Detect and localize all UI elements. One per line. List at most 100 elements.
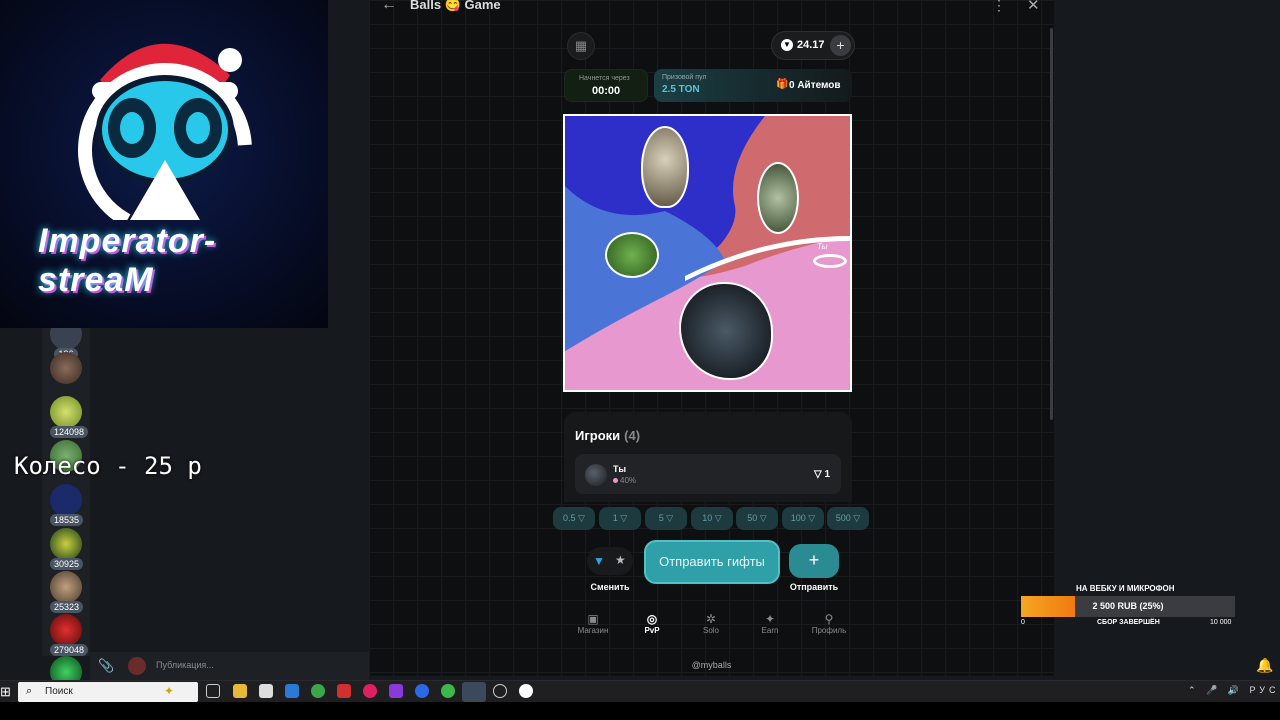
wheel-price-overlay: Колесо - 25 р [14, 452, 202, 480]
bet-chip[interactable]: 100 ▽ [782, 507, 824, 530]
system-tray[interactable]: ⌃ 🎤 🔊 РУС [1188, 685, 1280, 696]
bet-chip-value: 5 [658, 513, 664, 523]
solo-icon: ✲ [705, 612, 717, 626]
top-up-button[interactable]: + [830, 35, 851, 56]
donation-status: СБОР ЗАВЕРШЁН [1097, 619, 1160, 626]
stream-logo: Imperator-streaM [0, 0, 328, 328]
app-icon[interactable] [389, 684, 403, 698]
nav-earn[interactable]: ✦ Earn [745, 612, 795, 635]
app-icon[interactable] [441, 684, 455, 698]
more-vertical-icon[interactable]: ⋮ [992, 0, 1006, 14]
title-bar: ← Balls 😋 Game ⋮ ✕ [369, 0, 1054, 16]
scrollbar[interactable] [1050, 28, 1053, 420]
app-icon[interactable] [285, 684, 299, 698]
nav-label: Earn [761, 626, 779, 635]
swap-label: Сменить [590, 582, 630, 592]
taskbar-search[interactable]: ⌕ Поиск ✦ [18, 682, 198, 702]
color-dot [613, 478, 618, 483]
unread-count: 18535 [50, 514, 84, 526]
unread-count: 30925 [50, 558, 84, 570]
bet-chip-value: 100 [790, 513, 806, 523]
screen-border [0, 702, 1280, 720]
taskbar: ⊞ ⌕ Поиск ✦ ⌃ 🎤 🔊 РУС [0, 680, 1280, 702]
paperclip-icon[interactable]: 📎 [98, 658, 114, 674]
donation-min: 0 [1021, 619, 1025, 626]
nav-label: Магазин [577, 626, 609, 635]
bet-chip[interactable]: 5 ▽ [645, 507, 687, 530]
shop-icon: ▣ [587, 612, 599, 626]
app-icon[interactable] [363, 684, 377, 698]
round-timer: Начнется через 00:00 [564, 69, 648, 102]
bet-chip-value: 500 [835, 513, 851, 523]
bet-chip[interactable]: 500 ▽ [827, 507, 869, 530]
balance-pill: ▼ 24.17 + [771, 31, 855, 60]
message-bar: 📎 Публикация... [90, 652, 369, 680]
pool-value: 2.5 TON [662, 84, 700, 95]
bet-chip[interactable]: 0.5 ▽ [553, 507, 595, 530]
close-icon[interactable]: ✕ [1027, 0, 1040, 14]
language-indicator: РУС [1249, 685, 1280, 695]
bet-chip[interactable]: 1 ▽ [599, 507, 641, 530]
logo-text: Imperator-streaM [38, 222, 217, 299]
add-button[interactable]: + [789, 544, 839, 578]
windows-start-icon[interactable]: ⊞ [0, 684, 11, 700]
task-view-icon[interactable] [206, 684, 220, 698]
player-name: Ты [613, 464, 627, 474]
star-icon: ★ [615, 553, 626, 567]
avatar [585, 464, 607, 486]
desktop-background [1054, 0, 1280, 680]
bet-chip-value: 1 [612, 513, 618, 523]
timer-label: Начнется через [579, 75, 630, 82]
yandex-browser-icon[interactable] [519, 684, 533, 698]
bet-chip-value: 50 [747, 513, 758, 523]
ton-icon: ▼ [781, 39, 793, 51]
players-count: (4) [624, 428, 641, 443]
chat-item[interactable] [50, 352, 82, 384]
you-label: Ты [817, 242, 828, 251]
player-bet: ▽ 1 [814, 469, 831, 480]
unread-count: 279048 [50, 644, 89, 656]
chat-item[interactable]: 18535 [50, 484, 84, 534]
donation-amount: 2 500 RUB (25%) [1092, 601, 1164, 611]
earn-icon: ✦ [764, 612, 776, 626]
chrome-icon[interactable] [311, 684, 325, 698]
nav-label: PvP [644, 626, 660, 635]
bet-chip[interactable]: 50 ▽ [736, 507, 778, 530]
nav-solo[interactable]: ✲ Solo [686, 612, 736, 635]
add-label: Отправить [789, 582, 839, 592]
app-icon[interactable] [493, 684, 507, 698]
app-icon[interactable] [415, 684, 429, 698]
player-row[interactable]: Ты 40% ▽ 1 [575, 454, 841, 494]
nav-label: Solo [702, 626, 719, 635]
balance-value: 24.17 [797, 39, 825, 51]
unread-count: 124098 [50, 426, 89, 438]
bell-icon[interactable]: 🔔 [1256, 657, 1273, 674]
chat-item[interactable]: 124098 [50, 396, 89, 446]
prize-pool: Призовой пул 2.5 TON 🎁 0 Айтемов [654, 69, 852, 102]
search-icon: ⌕ [26, 685, 33, 697]
donation-title: НА ВЕБКУ И МИКРОФОН [1076, 584, 1175, 593]
players-heading: Игроки [575, 428, 621, 443]
avatar [128, 657, 146, 675]
send-gifts-button[interactable]: Отправить гифты [644, 540, 780, 584]
calendar-button[interactable]: ▦ [567, 32, 595, 60]
bet-chip-value: 10 [702, 513, 713, 523]
nav-profile[interactable]: ⚲ Профиль [804, 612, 854, 635]
bot-handle[interactable]: @myballs [659, 660, 764, 670]
window-title: Balls 😋 Game [410, 0, 501, 12]
back-arrow-icon[interactable]: ← [381, 0, 397, 14]
calendar-icon: ▦ [574, 38, 588, 53]
store-icon[interactable] [259, 684, 273, 698]
bet-chip[interactable]: 10 ▽ [691, 507, 733, 530]
folder-icon[interactable] [233, 684, 247, 698]
yandex-icon[interactable] [337, 684, 351, 698]
players-title: Игроки (4) [575, 428, 640, 443]
ton-icon: ▼ [593, 554, 605, 568]
game-arena[interactable]: Ты [563, 114, 852, 392]
currency-switch[interactable]: ▼ ★ [587, 547, 633, 575]
items-count: 0 Айтемов [789, 80, 841, 91]
player-ball [757, 162, 799, 234]
nav-pvp[interactable]: ◎ PvP [627, 612, 677, 635]
telegram-icon[interactable] [462, 682, 486, 702]
nav-shop[interactable]: ▣ Магазин [568, 612, 618, 635]
